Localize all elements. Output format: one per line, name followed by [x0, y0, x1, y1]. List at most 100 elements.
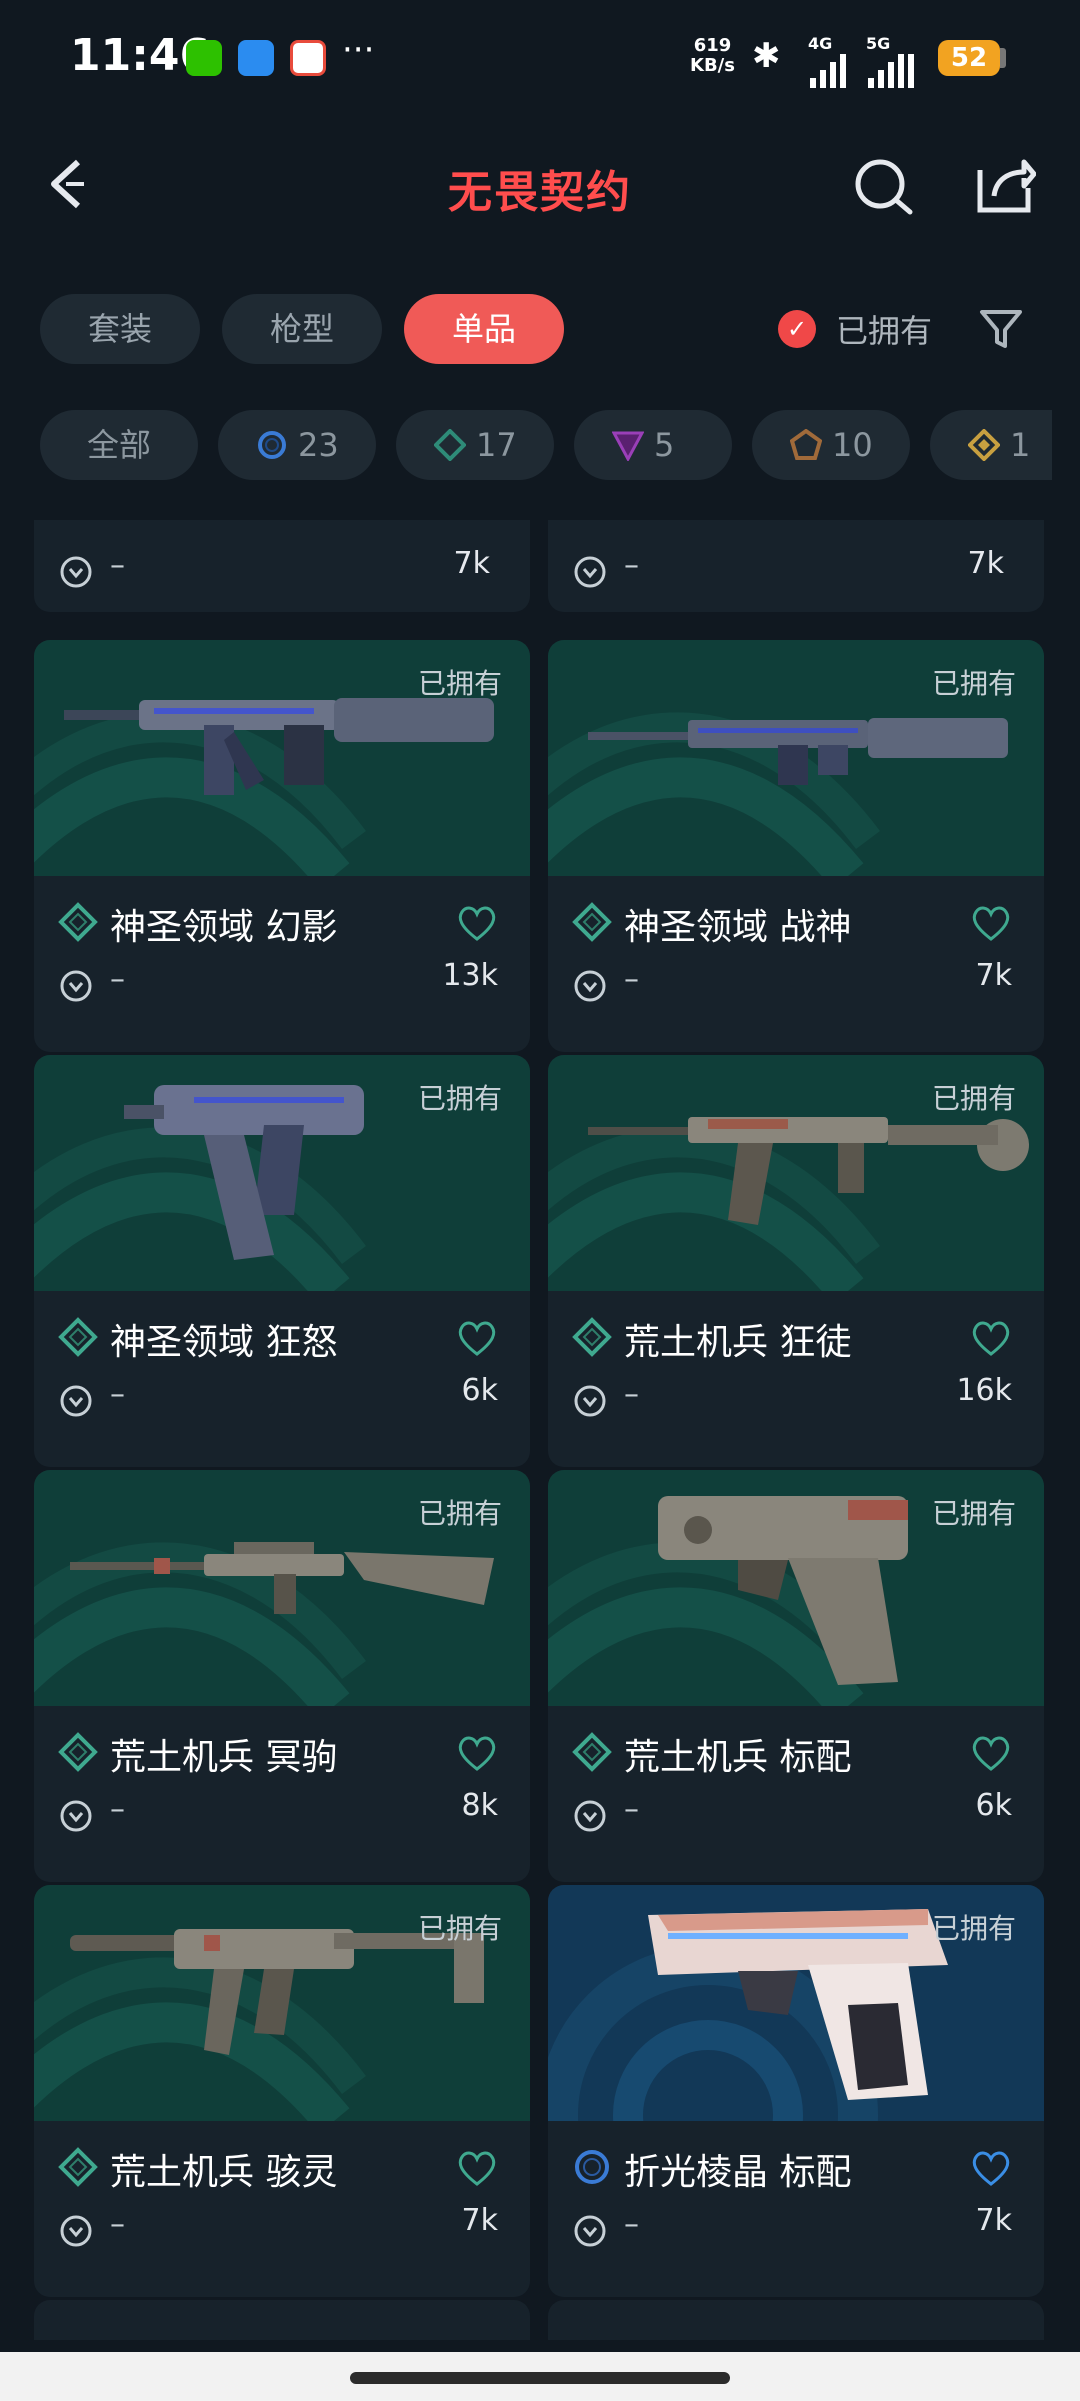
item-artwork: 已拥有 — [34, 1055, 530, 1291]
favorite-count: 6k — [461, 1373, 498, 1408]
favorite-count: 7k — [975, 958, 1012, 993]
heart-icon[interactable] — [456, 1734, 498, 1772]
item-subtext: – — [110, 962, 125, 997]
card-app-icon — [238, 40, 274, 76]
chevron-badge-icon — [60, 556, 92, 588]
item-card[interactable]: 已拥有 荒土机兵 狂徒 – 16k — [548, 1055, 1044, 1467]
item-name: 神圣领域 幻影 — [110, 907, 338, 948]
item-card[interactable]: 已拥有 荒土机兵 冥驹 – 8k — [34, 1470, 530, 1882]
item-subtext: – — [624, 962, 639, 997]
app-header: 无畏契约 — [0, 118, 1080, 258]
heart-icon[interactable] — [456, 2149, 498, 2187]
share-icon[interactable] — [972, 154, 1036, 218]
owned-label: 已拥有 — [417, 1082, 502, 1115]
item-artwork: 已拥有 — [34, 640, 530, 876]
diamond-icon — [572, 902, 612, 942]
battery-indicator: 52 — [938, 40, 1000, 76]
item-artwork: 已拥有 — [548, 640, 1044, 876]
more-notifications-icon: ··· — [342, 30, 375, 70]
triangle-icon — [612, 431, 644, 461]
item-card-partial[interactable] — [548, 2300, 1044, 2340]
diamond-icon — [58, 902, 98, 942]
wechat-icon — [186, 40, 222, 76]
owned-label: 已拥有 — [931, 1497, 1016, 1530]
item-card[interactable]: 已拥有 荒土机兵 标配 – 6k — [548, 1470, 1044, 1882]
item-card-partial[interactable]: – 7k — [548, 520, 1044, 612]
item-card[interactable]: 已拥有 神圣领域 狂怒 – 6k — [34, 1055, 530, 1467]
signal-5g-label: 5G — [866, 34, 891, 53]
signal-4g-label: 4G — [808, 34, 833, 53]
rarity-chip-select[interactable]: 23 — [218, 410, 376, 480]
item-artwork: 已拥有 — [548, 1055, 1044, 1291]
checkmark-icon: ✓ — [778, 310, 816, 348]
chevron-badge-icon — [574, 2215, 606, 2247]
item-card[interactable]: 已拥有 神圣领域 幻影 – 13k — [34, 640, 530, 1052]
heart-icon[interactable] — [970, 904, 1012, 942]
signal-4g: 4G — [808, 34, 846, 88]
page-title-logo: 无畏契约 — [448, 167, 632, 218]
item-card[interactable]: 已拥有 荒土机兵 骇灵 – 7k — [34, 1885, 530, 2297]
ring-icon — [575, 2150, 609, 2184]
item-subtext: – — [110, 1377, 125, 1412]
owned-label: 已拥有 — [417, 1912, 502, 1945]
item-artwork: 已拥有 — [548, 1470, 1044, 1706]
net-speed-value: 619 — [693, 35, 732, 56]
item-subtext: – — [624, 1792, 639, 1827]
net-speed: 619 KB/s — [690, 36, 735, 76]
owned-filter-label: 已拥有 — [836, 312, 933, 350]
chevron-badge-icon — [60, 1800, 92, 1832]
pentagon-icon — [790, 429, 822, 460]
chevron-badge-icon — [60, 970, 92, 1002]
diamond-icon — [58, 1317, 98, 1357]
heart-icon[interactable] — [456, 904, 498, 942]
net-speed-unit: KB/s — [690, 55, 735, 76]
favorite-count: 7k — [453, 546, 490, 581]
rarity-chip-count: 5 — [654, 426, 675, 464]
rarity-chip-exclusive[interactable]: 10 — [752, 410, 910, 480]
item-artwork: 已拥有 — [34, 1885, 530, 2121]
game-app-icon — [290, 40, 326, 76]
heart-icon[interactable] — [456, 1319, 498, 1357]
item-card-partial[interactable]: – 7k — [34, 520, 530, 612]
ring-icon — [258, 431, 286, 459]
rarity-chip-premium[interactable]: 5 — [574, 410, 732, 480]
filter-icon[interactable] — [978, 306, 1024, 352]
diamond-icon — [434, 429, 466, 461]
rarity-chip-deluxe[interactable]: 17 — [396, 410, 554, 480]
diamond-icon — [58, 1732, 98, 1772]
rarity-chip-count: 23 — [298, 426, 339, 464]
item-card[interactable]: 已拥有 神圣领域 战神 – 7k — [548, 640, 1044, 1052]
rarity-chip-count: 1 — [1010, 426, 1031, 464]
search-icon[interactable] — [852, 154, 916, 218]
heart-icon[interactable] — [970, 2149, 1012, 2187]
diamond-icon — [572, 1317, 612, 1357]
tab-sets[interactable]: 套装 — [40, 294, 200, 364]
favorite-count: 6k — [975, 1788, 1012, 1823]
heart-icon[interactable] — [970, 1319, 1012, 1357]
item-name: 荒土机兵 狂徒 — [624, 1322, 852, 1363]
owned-label: 已拥有 — [931, 667, 1016, 700]
item-subtext: – — [110, 548, 125, 583]
signal-bars-icon — [868, 54, 914, 88]
owned-label: 已拥有 — [931, 1912, 1016, 1945]
diamond-gold-icon — [968, 429, 1000, 461]
item-subtext: – — [624, 548, 639, 583]
home-indicator[interactable] — [350, 2372, 730, 2384]
item-card[interactable]: 已拥有 折光棱晶 标配 – 7k — [548, 1885, 1044, 2297]
tab-single-items[interactable]: 单品 — [404, 294, 564, 364]
item-subtext: – — [624, 1377, 639, 1412]
item-name: 折光棱晶 标配 — [624, 2152, 852, 2193]
rarity-chip-ultra[interactable]: 1 — [930, 410, 1052, 480]
item-name: 荒土机兵 标配 — [624, 1737, 852, 1778]
diamond-icon — [58, 2147, 98, 2187]
heart-icon[interactable] — [970, 1734, 1012, 1772]
item-card-partial[interactable] — [34, 2300, 530, 2340]
rarity-filter-row: 全部 23 17 5 10 1 — [40, 410, 1052, 482]
chevron-badge-icon — [60, 1385, 92, 1417]
rarity-chip-all[interactable]: 全部 — [40, 410, 198, 480]
rarity-chip-count: 10 — [832, 426, 873, 464]
item-artwork: 已拥有 — [34, 1470, 530, 1706]
item-subtext: – — [110, 2207, 125, 2242]
favorite-count: 16k — [956, 1373, 1012, 1408]
tab-weapon-type[interactable]: 枪型 — [222, 294, 382, 364]
